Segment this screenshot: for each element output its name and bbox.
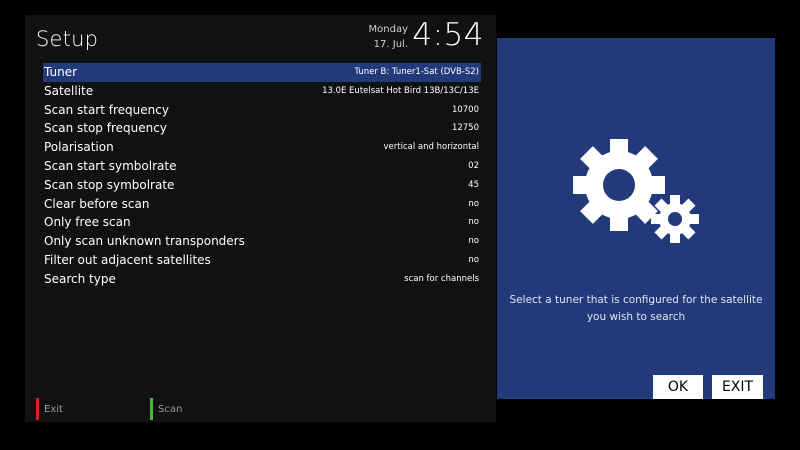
setting-label: Scan start frequency — [44, 102, 169, 117]
setting-label: Satellite — [44, 83, 94, 98]
ok-button[interactable]: OK — [653, 375, 703, 399]
setting-row-tuner[interactable]: Tuner Tuner B: Tuner1-Sat (DVB-S2) — [43, 63, 481, 82]
setting-value: Tuner B: Tuner1-Sat (DVB-S2) — [354, 67, 479, 77]
setting-row-scan-stop-symbolrate[interactable]: Scan stop symbolrate 45 — [43, 176, 481, 195]
setting-label: Only free scan — [44, 215, 131, 230]
setting-row-scan-start-frequency[interactable]: Scan start frequency 10700 — [43, 101, 481, 120]
setting-value: 45 — [468, 179, 479, 190]
setting-row-search-type[interactable]: Search type scan for channels — [43, 270, 481, 289]
red-key-indicator — [36, 398, 39, 420]
setting-label: Scan stop frequency — [44, 121, 167, 136]
setting-value: scan for channels — [404, 273, 479, 284]
setting-label: Clear before scan — [44, 196, 150, 211]
exit-button[interactable]: EXIT — [712, 375, 763, 399]
setting-row-satellite[interactable]: Satellite 13.0E Eutelsat Hot Bird 13B/13… — [43, 82, 481, 101]
exit-key-label: Exit — [44, 403, 63, 415]
date-display: Monday 17. Jul. — [369, 22, 408, 52]
setting-label: Scan start symbolrate — [44, 158, 177, 173]
scan-key[interactable]: Scan — [150, 398, 182, 420]
setting-value: no — [468, 217, 479, 228]
help-text-line2: you wish to search — [586, 311, 686, 323]
setting-label: Only scan unknown transponders — [44, 234, 245, 249]
setting-label: Scan stop symbolrate — [44, 177, 175, 192]
setting-label: Filter out adjacent satellites — [44, 252, 211, 267]
setting-value: no — [468, 254, 479, 265]
setting-row-filter-adjacent-satellites[interactable]: Filter out adjacent satellites no — [43, 251, 481, 270]
setting-value: no — [468, 236, 479, 247]
scan-key-label: Scan — [158, 403, 183, 415]
clock: 4:54 — [412, 17, 484, 53]
green-key-indicator — [150, 398, 153, 420]
setup-window: Setup Monday 17. Jul. 4:54 Tuner Tuner B… — [25, 15, 496, 422]
setting-value: 13.0E Eutelsat Hot Bird 13B/13C/13E — [322, 85, 479, 96]
page-title: Setup — [36, 27, 99, 51]
settings-list: Tuner Tuner B: Tuner1-Sat (DVB-S2) Satel… — [43, 63, 481, 289]
help-panel: Select a tuner that is configured for th… — [497, 38, 775, 399]
setting-row-only-free-scan[interactable]: Only free scan no — [43, 213, 481, 232]
setting-value: 10700 — [451, 104, 479, 115]
setting-label: Search type — [44, 271, 116, 286]
setting-label: Tuner — [44, 65, 78, 79]
setting-row-polarisation[interactable]: Polarisation vertical and horizontal — [43, 138, 481, 157]
setting-row-clear-before-scan[interactable]: Clear before scan no — [43, 195, 481, 214]
setting-value: no — [468, 198, 479, 209]
setting-value: vertical and horizontal — [383, 142, 479, 153]
date-label: 17. Jul. — [373, 39, 408, 50]
setting-value: 02 — [468, 160, 479, 171]
help-text: Select a tuner that is configured for th… — [497, 292, 775, 326]
setting-row-scan-stop-frequency[interactable]: Scan stop frequency 12750 — [43, 119, 481, 138]
day-label: Monday — [368, 24, 408, 35]
setting-row-scan-start-symbolrate[interactable]: Scan start symbolrate 02 — [43, 157, 481, 176]
setting-label: Polarisation — [44, 140, 114, 155]
setting-row-only-scan-unknown-transponders[interactable]: Only scan unknown transponders no — [43, 232, 481, 251]
exit-key[interactable]: Exit — [36, 398, 63, 420]
help-text-line1: Select a tuner that is configured for th… — [509, 294, 763, 306]
setting-value: 12750 — [451, 123, 479, 134]
gears-icon — [567, 133, 707, 257]
